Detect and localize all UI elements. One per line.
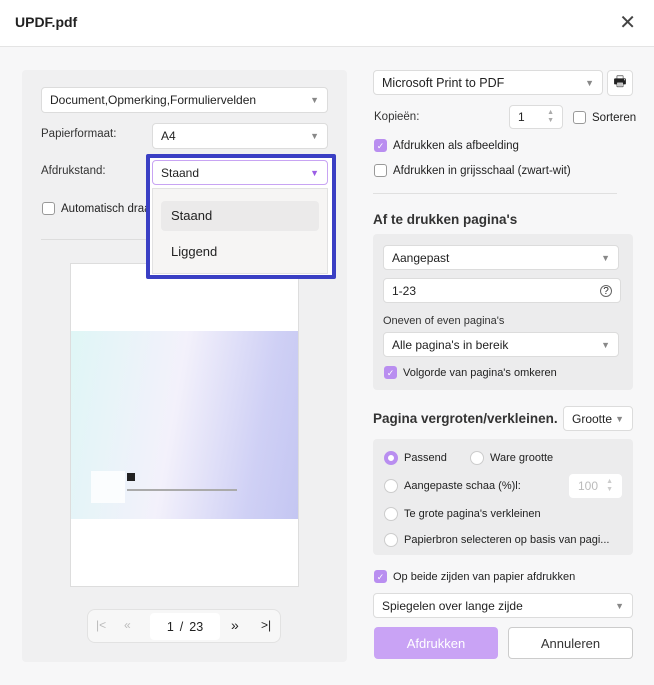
scale-mode-select[interactable]: Grootte ▼ bbox=[563, 406, 633, 431]
preview-sidebar-graphic bbox=[91, 471, 125, 503]
menu-item-staand[interactable]: Staand bbox=[161, 201, 319, 231]
chevron-down-icon: ▼ bbox=[585, 77, 594, 88]
content-select[interactable]: Document,Opmerking,Formuliervelden ▼ bbox=[41, 87, 328, 113]
reverse-order-checkbox[interactable]: ✓ Volgorde van pagina's omkeren bbox=[384, 366, 557, 379]
checkbox-icon bbox=[573, 111, 586, 124]
checkmark-icon: ✓ bbox=[374, 139, 387, 152]
chevron-down-icon: ▼ bbox=[601, 339, 610, 350]
printer-settings-icon[interactable]: 🖶 bbox=[607, 70, 633, 96]
custom-scale-value: 100 bbox=[578, 479, 599, 493]
print-as-image-label: Afdrukken als afbeelding bbox=[393, 139, 519, 152]
orientation-menu: Staand Liggend bbox=[152, 188, 328, 274]
grayscale-label: Afdrukken in grijsschaal (zwart-wit) bbox=[393, 164, 571, 177]
radio-selected-icon bbox=[384, 451, 398, 465]
orientation-label: Afdrukstand: bbox=[41, 165, 106, 177]
orientation-dropdown-highlight: Staand ▼ Staand Liggend bbox=[146, 154, 336, 279]
cancel-button[interactable]: Annuleren bbox=[508, 627, 633, 659]
paper-source-label: Papierbron selecteren op basis van pagi.… bbox=[404, 534, 610, 546]
radio-icon bbox=[384, 533, 398, 547]
paper-select[interactable]: A4 ▼ bbox=[152, 123, 328, 149]
prev-page-icon[interactable]: « bbox=[124, 618, 131, 632]
pager: |< « 1 / 23 » >| bbox=[87, 609, 281, 643]
checkmark-icon: ✓ bbox=[374, 570, 387, 583]
preview-logo-graphic bbox=[127, 473, 135, 481]
custom-scale-radio[interactable]: Aangepaste schaa (%)l: bbox=[384, 479, 521, 493]
page-range-value: 1-23 bbox=[392, 283, 417, 298]
print-as-image-checkbox[interactable]: ✓ Afdrukken als afbeelding bbox=[374, 139, 519, 152]
last-page-icon[interactable]: >| bbox=[261, 618, 271, 632]
fit-label: Passend bbox=[404, 452, 447, 464]
content-select-value: Document,Opmerking,Formuliervelden bbox=[50, 93, 257, 107]
collate-checkbox[interactable]: Sorteren bbox=[573, 111, 636, 124]
pages-heading: Af te drukken pagina's bbox=[373, 212, 518, 227]
paper-label: Papierformaat: bbox=[41, 128, 117, 140]
duplex-label: Op beide zijden van papier afdrukken bbox=[393, 570, 576, 583]
page-range-input[interactable]: 1-23? bbox=[383, 278, 621, 303]
odd-even-select[interactable]: Alle pagina's in bereik ▼ bbox=[383, 332, 619, 357]
range-mode-value: Aangepast bbox=[392, 250, 450, 265]
flip-value: Spiegelen over lange zijde bbox=[382, 598, 523, 613]
close-icon[interactable]: ✕ bbox=[619, 10, 636, 35]
duplex-checkbox[interactable]: ✓ Op beide zijden van papier afdrukken bbox=[374, 570, 575, 583]
chevron-down-icon: ▼ bbox=[310, 131, 319, 141]
chevron-down-icon: ▼ bbox=[310, 95, 319, 105]
checkbox-icon bbox=[42, 202, 55, 215]
custom-scale-input[interactable]: 100 ▲ ▼ bbox=[569, 474, 622, 498]
flip-select[interactable]: Spiegelen over lange zijde ▼ bbox=[373, 593, 633, 618]
orientation-value: Staand bbox=[161, 165, 200, 180]
scale-mode-value: Grootte bbox=[572, 411, 613, 426]
actual-size-radio[interactable]: Ware grootte bbox=[470, 451, 553, 465]
checkbox-icon bbox=[374, 164, 387, 177]
grayscale-checkbox[interactable]: Afdrukken in grijsschaal (zwart-wit) bbox=[374, 164, 571, 177]
menu-item-liggend[interactable]: Liggend bbox=[161, 237, 319, 267]
custom-scale-label: Aangepaste schaa (%)l: bbox=[404, 480, 521, 492]
page-preview bbox=[70, 263, 299, 587]
radio-icon bbox=[384, 507, 398, 521]
first-page-icon[interactable]: |< bbox=[96, 618, 106, 632]
printer-select[interactable]: Microsoft Print to PDF ▼ bbox=[373, 70, 603, 95]
chevron-down-icon: ▼ bbox=[615, 413, 624, 424]
scale-heading: Pagina vergroten/verkleinen. bbox=[373, 411, 558, 426]
next-page-icon[interactable]: » bbox=[231, 617, 239, 633]
title-bar bbox=[0, 0, 654, 47]
print-button[interactable]: Afdrukken bbox=[374, 627, 498, 659]
paper-source-radio[interactable]: Papierbron selecteren op basis van pagi.… bbox=[384, 533, 609, 547]
reverse-order-label: Volgorde van pagina's omkeren bbox=[403, 366, 557, 379]
shrink-radio[interactable]: Te grote pagina's verkleinen bbox=[384, 507, 541, 521]
help-icon[interactable]: ? bbox=[600, 284, 612, 297]
preview-page-image bbox=[71, 331, 298, 519]
stepper-arrows-icon: ▲ ▼ bbox=[606, 478, 613, 493]
chevron-down-icon: ▼ bbox=[601, 252, 610, 263]
page-separator: / bbox=[179, 619, 184, 634]
divider bbox=[373, 193, 617, 194]
radio-icon bbox=[384, 479, 398, 493]
checkmark-icon: ✓ bbox=[384, 366, 397, 379]
current-page: 1 bbox=[166, 619, 174, 634]
copies-label: Kopieën: bbox=[374, 111, 420, 123]
stepper-arrows-icon: ▲ ▼ bbox=[547, 109, 554, 124]
printer-value: Microsoft Print to PDF bbox=[382, 75, 505, 90]
page-indicator[interactable]: 1 / 23 bbox=[150, 613, 220, 640]
odd-even-label: Oneven of even pagina's bbox=[383, 315, 505, 327]
range-mode-select[interactable]: Aangepast ▼ bbox=[383, 245, 619, 270]
orientation-select[interactable]: Staand ▼ bbox=[152, 160, 328, 185]
shrink-label: Te grote pagina's verkleinen bbox=[404, 508, 541, 520]
collate-label: Sorteren bbox=[592, 111, 637, 124]
window-title: UPDF.pdf bbox=[15, 14, 78, 30]
chevron-down-icon: ▼ bbox=[310, 167, 319, 178]
copies-value: 1 bbox=[518, 110, 525, 124]
paper-value: A4 bbox=[161, 129, 176, 143]
fit-radio[interactable]: Passend bbox=[384, 451, 447, 465]
actual-size-label: Ware grootte bbox=[490, 452, 554, 464]
total-pages: 23 bbox=[189, 619, 204, 634]
radio-icon bbox=[470, 451, 484, 465]
preview-text-graphic bbox=[127, 489, 237, 491]
chevron-down-icon: ▼ bbox=[615, 600, 624, 611]
odd-even-value: Alle pagina's in bereik bbox=[392, 337, 509, 352]
copies-stepper[interactable]: 1 ▲ ▼ bbox=[509, 105, 563, 129]
